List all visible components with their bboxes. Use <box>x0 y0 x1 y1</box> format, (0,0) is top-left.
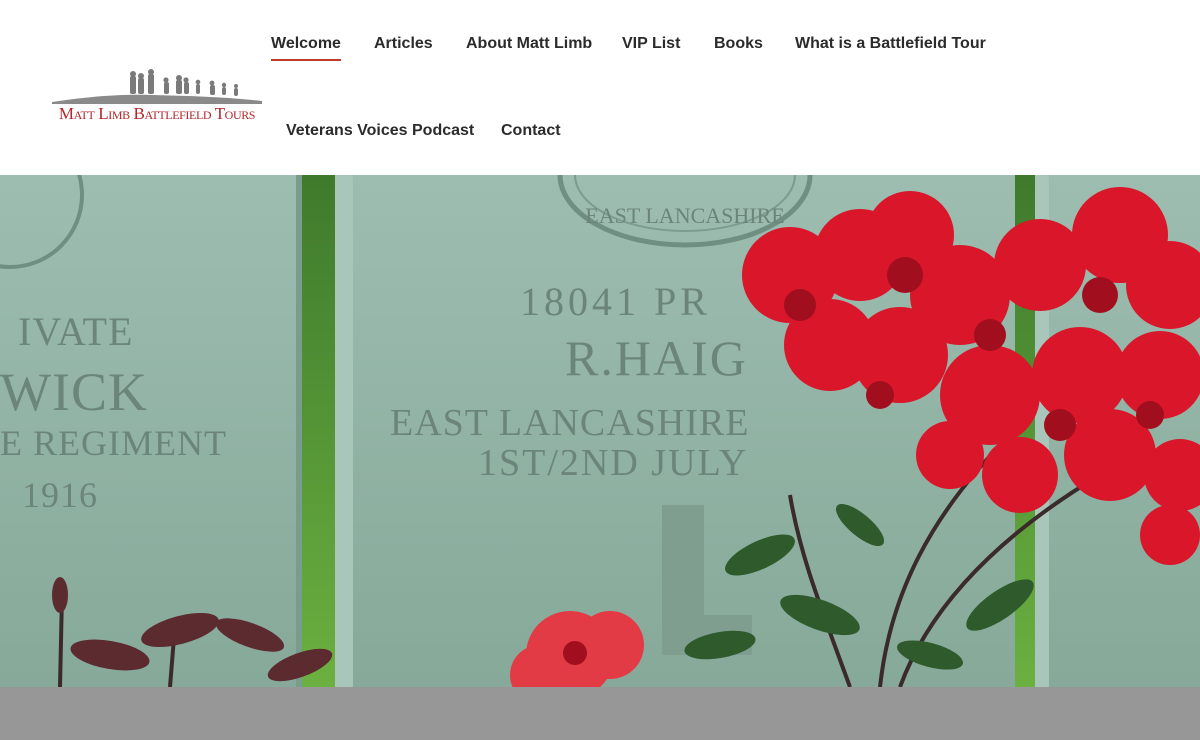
crest-text: EAST LANCASHIRE <box>585 203 784 228</box>
headstone-left-line-2: WICK <box>0 362 148 422</box>
nav-item-contact[interactable]: Contact <box>501 121 561 141</box>
nav-item-veterans-voices-podcast[interactable]: Veterans Voices Podcast <box>286 121 474 141</box>
headstone-left-line-1: IVATE <box>18 309 133 354</box>
nav-item-battlefield-tour[interactable]: What is a Battlefield Tour <box>795 34 986 54</box>
nav-item-welcome[interactable]: Welcome <box>271 34 341 61</box>
hero-image: IVATE WICK E REGIMENT 1916 EAST LANCASHI… <box>0 175 1200 687</box>
soldiers-silhouette-icon <box>52 69 262 104</box>
headstone-center-line-1: 18041 PR <box>520 279 711 324</box>
headstone-center-line-3: EAST LANCASHIRE <box>390 402 750 444</box>
nav-item-books[interactable]: Books <box>714 34 763 54</box>
headstone-left-line-4: 1916 <box>22 475 98 515</box>
nav-item-about-matt-limb[interactable]: About Matt Limb <box>466 34 592 54</box>
footer-band <box>0 687 1200 740</box>
site-header: Matt Limb Battlefield Tours Welcome Arti… <box>0 0 1200 175</box>
war-graves-photo: IVATE WICK E REGIMENT 1916 EAST LANCASHI… <box>0 175 1200 687</box>
headstone-center-line-4: 1ST/2ND JULY <box>478 442 748 484</box>
logo-text: Matt Limb Battlefield Tours <box>58 104 256 123</box>
nav-item-vip-list[interactable]: VIP List <box>622 34 680 54</box>
headstone-center-line-2: R.HAIG <box>565 330 748 386</box>
headstone-left-line-3: E REGIMENT <box>0 423 227 463</box>
nav-item-articles[interactable]: Articles <box>374 34 433 54</box>
site-logo[interactable]: Matt Limb Battlefield Tours <box>52 68 262 128</box>
